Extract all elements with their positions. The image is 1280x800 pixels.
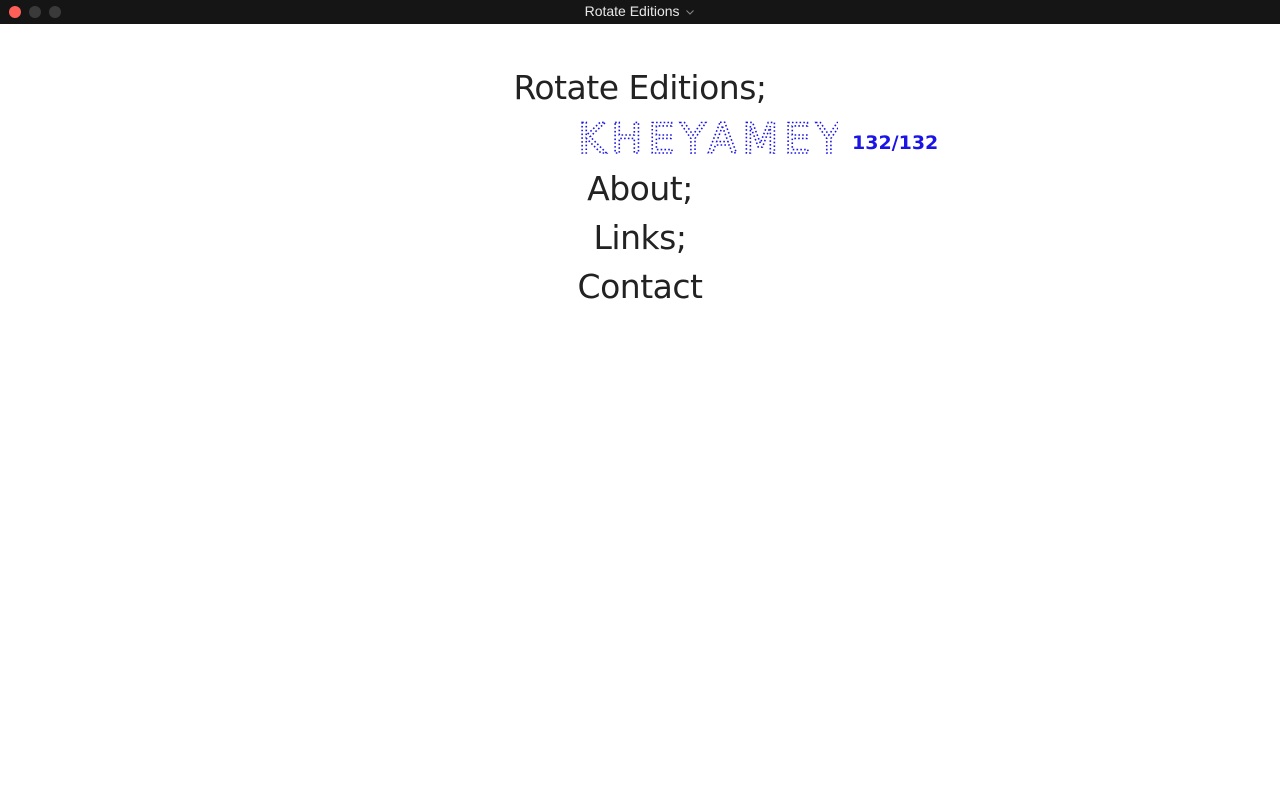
window-title-menu[interactable]: Rotate Editions	[0, 0, 1280, 24]
edition-entry: KHEYAMEYA 132/132	[578, 119, 938, 159]
chevron-down-icon	[686, 10, 695, 16]
window-title: Rotate Editions	[584, 3, 680, 19]
edition-title-text: KHEYAMEYA	[578, 119, 838, 159]
nav-about-link[interactable]: About;	[0, 169, 1280, 209]
nav-links-link[interactable]: Links;	[0, 218, 1280, 258]
main-nav: Rotate Editions; About; Links; Contact	[0, 68, 1280, 306]
nav-contact-link[interactable]: Contact	[0, 267, 1280, 307]
edition-count: 132/132	[852, 132, 939, 154]
edition-title-link[interactable]: KHEYAMEYA	[578, 119, 838, 159]
nav-rotate-editions-link[interactable]: Rotate Editions;	[0, 68, 1280, 108]
window-titlebar: Rotate Editions	[0, 0, 1280, 24]
